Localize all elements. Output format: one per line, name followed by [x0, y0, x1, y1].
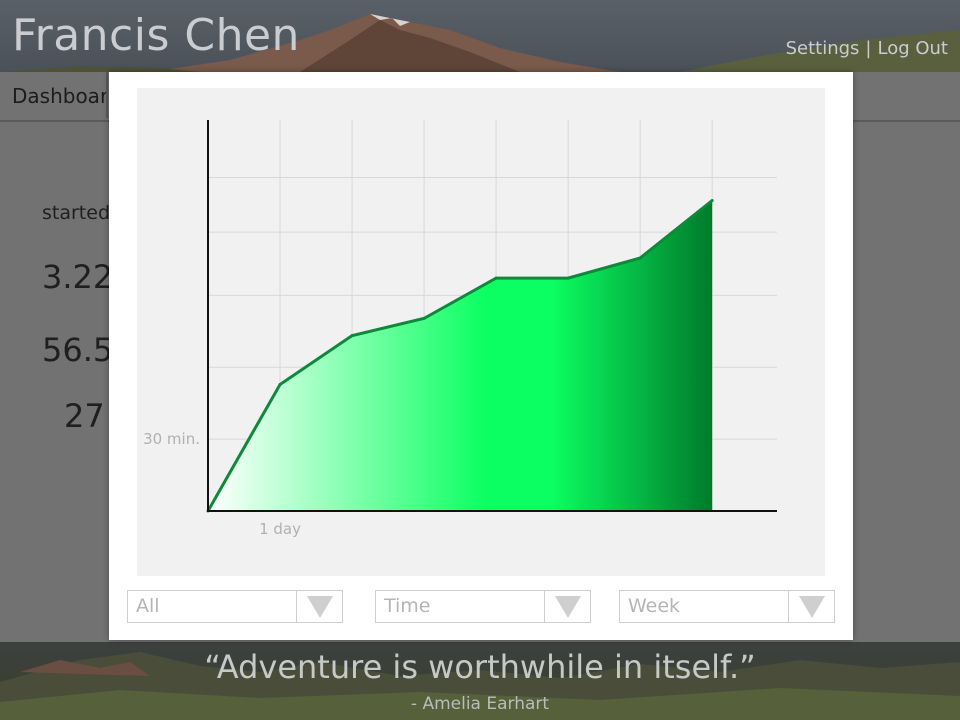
data-point-3: [422, 316, 426, 320]
filter-select-metric-value: Time: [384, 595, 431, 617]
stat-label: started: [42, 202, 111, 224]
filter-select-category-value: All: [136, 595, 160, 617]
data-point-1: [278, 383, 282, 386]
data-point-4: [494, 276, 498, 280]
dropdown-arrow-button[interactable]: [788, 591, 834, 622]
stat-value-3: 27: [64, 397, 105, 435]
area-chart: 1 day 30 min.: [143, 120, 777, 538]
data-point-5: [566, 276, 570, 280]
filter-select-period-value: Week: [628, 595, 681, 617]
data-point-2: [350, 334, 354, 338]
x-tick-label: 1 day: [259, 520, 301, 538]
footer-quote: “Adventure is worthwhile in itself.”: [204, 648, 756, 686]
stat-value-1: 3.22: [42, 258, 114, 296]
dropdown-arrow-button[interactable]: [544, 591, 590, 622]
y-tick-label: 30 min.: [143, 430, 200, 448]
header-banner: Francis Chen Settings | Log Out: [0, 0, 960, 72]
site-title: Francis Chen: [12, 10, 300, 61]
filter-select-period[interactable]: Week: [619, 590, 835, 623]
data-point-7: [710, 199, 714, 202]
stat-value-2: 56.5: [42, 331, 114, 369]
area-fill: [208, 200, 713, 511]
data-point-6: [638, 256, 642, 260]
footer-quote-author: - Amelia Earhart: [410, 694, 550, 714]
top-links: Settings | Log Out: [786, 38, 948, 59]
chart-modal: 1 day 30 min. All Time Week: [109, 72, 853, 640]
triangle-down-icon: [799, 596, 825, 618]
triangle-down-icon: [307, 596, 333, 618]
tab-dashboard[interactable]: Dashboard: [0, 72, 108, 118]
filter-select-metric[interactable]: Time: [375, 590, 591, 623]
settings-link[interactable]: Settings: [786, 38, 860, 59]
logout-link[interactable]: Log Out: [877, 38, 948, 59]
chart-panel: 1 day 30 min.: [137, 88, 825, 576]
footer-banner: “Adventure is worthwhile in itself.” - A…: [0, 642, 960, 720]
filter-select-category[interactable]: All: [127, 590, 343, 623]
dropdown-arrow-button[interactable]: [296, 591, 342, 622]
triangle-down-icon: [555, 596, 581, 618]
link-separator: |: [865, 38, 872, 59]
